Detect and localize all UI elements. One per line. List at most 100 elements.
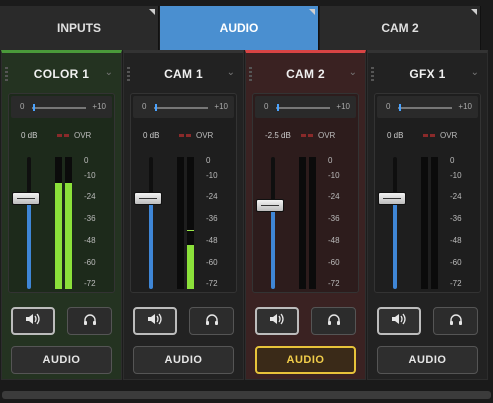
meter-scale-label: -48 bbox=[450, 236, 462, 245]
trim-slider[interactable]: 0 +10 bbox=[11, 96, 112, 118]
volume-fader-cap[interactable] bbox=[256, 198, 284, 212]
corner-indicator-icon bbox=[309, 9, 315, 15]
meter-scale-label: 0 bbox=[84, 156, 89, 165]
volume-fader-fill bbox=[393, 195, 397, 289]
trim-track[interactable] bbox=[154, 107, 208, 109]
horizontal-scrollbar[interactable] bbox=[0, 380, 493, 403]
strip-panel: 0 +10 0 dB OVR 0 -10 -24 -36 -48 -60 -72 bbox=[8, 93, 115, 293]
scrollbar-thumb[interactable] bbox=[2, 391, 491, 399]
meter-scale-label: -10 bbox=[84, 171, 96, 180]
volume-fader-track[interactable] bbox=[271, 157, 275, 289]
meter-scale-label: -24 bbox=[328, 192, 340, 201]
meter-scale-label: -36 bbox=[450, 214, 462, 223]
meter-scale-label: 0 bbox=[206, 156, 211, 165]
meter-scale-label: -24 bbox=[206, 192, 218, 201]
mute-speaker-button[interactable] bbox=[11, 307, 55, 335]
channel-strip-cam-1: CAM 1 ⌄ 0 +10 0 dB OVR 0 -10 -24 -36 -48… bbox=[123, 50, 244, 380]
channel-strip-cam-2: CAM 2 ⌄ 0 +10 -2.5 dB OVR 0 -10 -24 -36 … bbox=[245, 50, 366, 380]
volume-fader-track[interactable] bbox=[393, 157, 397, 289]
audio-button[interactable]: AUDIO bbox=[255, 346, 356, 374]
trim-min-label: 0 bbox=[20, 102, 25, 111]
chevron-down-icon[interactable]: ⌄ bbox=[105, 67, 113, 78]
gain-value: 0 dB bbox=[387, 131, 404, 140]
tab-inputs[interactable]: INPUTS bbox=[0, 6, 159, 50]
level-meter-right bbox=[431, 157, 438, 289]
tab-audio[interactable]: AUDIO bbox=[160, 6, 319, 50]
ovr-label: OVR bbox=[440, 131, 458, 140]
volume-fader-cap[interactable] bbox=[378, 191, 406, 205]
audio-button[interactable]: AUDIO bbox=[377, 346, 478, 374]
trim-knob[interactable] bbox=[399, 104, 401, 111]
overload-led bbox=[301, 134, 313, 137]
headphones-button[interactable] bbox=[67, 307, 112, 335]
level-meter-right bbox=[187, 157, 194, 289]
meter-scale-label: -10 bbox=[450, 171, 462, 180]
overload-led bbox=[179, 134, 191, 137]
meter-scale-label: -72 bbox=[328, 279, 340, 288]
meter-scale-label: -60 bbox=[84, 258, 96, 267]
meter-scale-label: -36 bbox=[206, 214, 218, 223]
strip-panel: 0 +10 -2.5 dB OVR 0 -10 -24 -36 -48 -60 -72 bbox=[252, 93, 359, 293]
meter-scale-label: -60 bbox=[328, 258, 340, 267]
tab-cam2[interactable]: CAM 2 bbox=[320, 6, 481, 50]
meter-scale-label: -48 bbox=[206, 236, 218, 245]
audio-button[interactable]: AUDIO bbox=[11, 346, 112, 374]
mute-speaker-button[interactable] bbox=[377, 307, 421, 335]
meter-scale-label: -60 bbox=[450, 258, 462, 267]
trim-slider[interactable]: 0 +10 bbox=[377, 96, 478, 118]
level-meter-left bbox=[421, 157, 428, 289]
meter-scale-label: -10 bbox=[206, 171, 218, 180]
meter-scale-label: -72 bbox=[84, 279, 96, 288]
chevron-down-icon[interactable]: ⌄ bbox=[349, 67, 357, 78]
trim-track[interactable] bbox=[398, 107, 452, 109]
trim-track[interactable] bbox=[32, 107, 86, 109]
mute-speaker-button[interactable] bbox=[255, 307, 299, 335]
headphones-button[interactable] bbox=[311, 307, 356, 335]
headphones-button[interactable] bbox=[189, 307, 234, 335]
strip-panel: 0 +10 0 dB OVR 0 -10 -24 -36 -48 -60 -72 bbox=[374, 93, 481, 293]
level-meter-fill bbox=[55, 183, 62, 289]
headphones-button[interactable] bbox=[433, 307, 478, 335]
trim-track[interactable] bbox=[276, 107, 330, 109]
speaker-icon bbox=[268, 312, 286, 331]
strip-title: GFX 1 bbox=[409, 67, 446, 81]
volume-fader-track[interactable] bbox=[27, 157, 31, 289]
gain-value: 0 dB bbox=[21, 131, 38, 140]
volume-fader-fill bbox=[27, 195, 31, 289]
tab-inputs-label: INPUTS bbox=[56, 21, 101, 35]
volume-fader-cap[interactable] bbox=[134, 191, 162, 205]
headphones-icon bbox=[448, 312, 464, 331]
speaker-icon bbox=[146, 312, 164, 331]
trim-knob[interactable] bbox=[277, 104, 279, 111]
meter-scale-label: -48 bbox=[84, 236, 96, 245]
volume-fader-fill bbox=[271, 203, 275, 289]
mixer-strips: COLOR 1 ⌄ 0 +10 0 dB OVR 0 -10 -24-36 -4… bbox=[0, 50, 493, 380]
peak-hold-marker bbox=[187, 230, 194, 231]
chevron-down-icon[interactable]: ⌄ bbox=[227, 67, 235, 78]
trim-slider[interactable]: 0 +10 bbox=[255, 96, 356, 118]
mute-speaker-button[interactable] bbox=[133, 307, 177, 335]
meter-scale-label: 0 bbox=[450, 156, 455, 165]
trim-min-label: 0 bbox=[142, 102, 147, 111]
level-meter-fill bbox=[187, 245, 194, 289]
overload-led bbox=[423, 134, 435, 137]
trim-knob[interactable] bbox=[155, 104, 157, 111]
speaker-icon bbox=[390, 312, 408, 331]
volume-fader-fill bbox=[149, 195, 153, 289]
ovr-label: OVR bbox=[196, 131, 214, 140]
gain-value: 0 dB bbox=[143, 131, 160, 140]
ovr-label: OVR bbox=[74, 131, 92, 140]
strip-title: CAM 1 bbox=[164, 67, 203, 81]
trim-slider[interactable]: 0 +10 bbox=[133, 96, 234, 118]
chevron-down-icon[interactable]: ⌄ bbox=[471, 67, 479, 78]
gain-value: -2.5 dB bbox=[265, 131, 291, 140]
trim-knob[interactable] bbox=[33, 104, 35, 111]
channel-strip-color-1: COLOR 1 ⌄ 0 +10 0 dB OVR 0 -10 -24-36 -4… bbox=[1, 50, 122, 380]
volume-fader-track[interactable] bbox=[149, 157, 153, 289]
audio-button[interactable]: AUDIO bbox=[133, 346, 234, 374]
volume-fader-cap[interactable] bbox=[12, 191, 40, 205]
meter-scale-label: -24 bbox=[450, 192, 462, 201]
level-meter-left bbox=[299, 157, 306, 289]
tab-audio-label: AUDIO bbox=[219, 21, 259, 35]
corner-indicator-icon bbox=[149, 9, 155, 15]
